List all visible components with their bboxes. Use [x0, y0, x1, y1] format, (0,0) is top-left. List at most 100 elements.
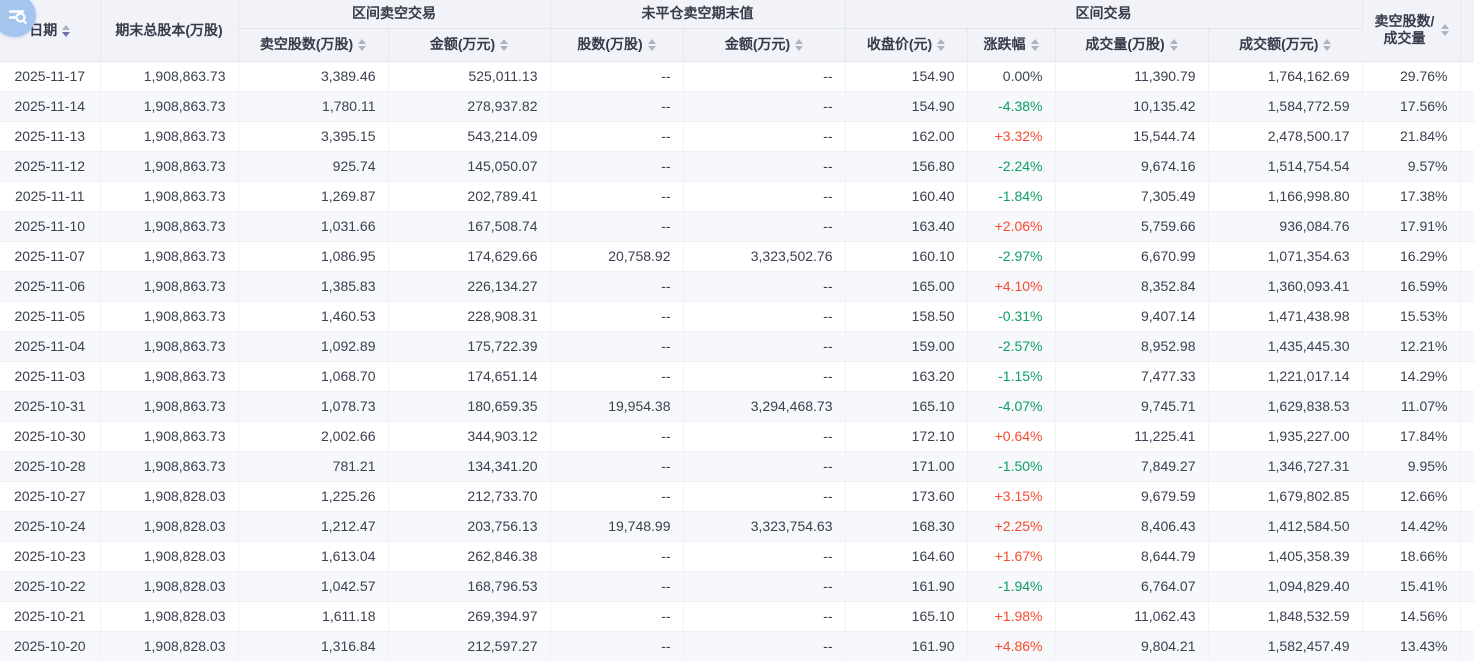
cell-date: 2025-11-07	[0, 241, 100, 271]
cell-open_shares: 20,758.92	[550, 241, 683, 271]
cell-volume: 11,390.79	[1055, 61, 1208, 91]
cell-open_shares: --	[550, 541, 683, 571]
cell-open_amount: --	[683, 361, 845, 391]
row-spacer	[1460, 121, 1474, 151]
column-header-short-ratio[interactable]: 卖空股数/成交量	[1362, 0, 1460, 61]
column-header-close-price[interactable]: 收盘价(元)	[845, 28, 967, 61]
column-label: 涨跌幅	[984, 36, 1026, 52]
cell-short_amount: 269,394.97	[388, 601, 550, 631]
cell-volume: 8,352.84	[1055, 271, 1208, 301]
cell-total_shares: 1,908,863.73	[100, 391, 238, 421]
cell-short_ratio: 15.53%	[1362, 301, 1460, 331]
cell-close_price: 173.60	[845, 481, 967, 511]
cell-open_shares: --	[550, 61, 683, 91]
cell-volume: 10,135.42	[1055, 91, 1208, 121]
cell-short_shares: 3,389.46	[238, 61, 388, 91]
cell-date: 2025-11-06	[0, 271, 100, 301]
cell-close_price: 171.00	[845, 451, 967, 481]
cell-close_price: 154.90	[845, 61, 967, 91]
cell-short_amount: 202,789.41	[388, 181, 550, 211]
cell-short_ratio: 13.43%	[1362, 631, 1460, 661]
cell-volume: 9,679.59	[1055, 481, 1208, 511]
cell-date: 2025-11-13	[0, 121, 100, 151]
cell-turnover: 2,478,500.17	[1208, 121, 1362, 151]
cell-turnover: 1,435,445.30	[1208, 331, 1362, 361]
cell-short_amount: 180,659.35	[388, 391, 550, 421]
row-spacer	[1460, 541, 1474, 571]
column-header-short-shares[interactable]: 卖空股数(万股)	[238, 28, 388, 61]
cell-change_pct: +3.15%	[967, 481, 1055, 511]
column-header-volume[interactable]: 成交量(万股)	[1055, 28, 1208, 61]
cell-date: 2025-10-30	[0, 421, 100, 451]
cell-total_shares: 1,908,863.73	[100, 451, 238, 481]
cell-open_shares: --	[550, 91, 683, 121]
cell-total_shares: 1,908,863.73	[100, 121, 238, 151]
cell-open_amount: --	[683, 271, 845, 301]
cell-change_pct: -4.07%	[967, 391, 1055, 421]
cell-short_amount: 174,629.66	[388, 241, 550, 271]
cell-short_shares: 1,092.89	[238, 331, 388, 361]
cell-turnover: 1,471,438.98	[1208, 301, 1362, 331]
cell-change_pct: -1.15%	[967, 361, 1055, 391]
cell-volume: 11,062.43	[1055, 601, 1208, 631]
cell-change_pct: -2.57%	[967, 331, 1055, 361]
cell-close_price: 159.00	[845, 331, 967, 361]
cell-short_shares: 1,225.26	[238, 481, 388, 511]
group-header-open-short: 未平仓卖空期末值	[550, 0, 845, 28]
table-row: 2025-11-061,908,863.731,385.83226,134.27…	[0, 271, 1474, 301]
cell-short_shares: 1,086.95	[238, 241, 388, 271]
cell-turnover: 1,514,754.54	[1208, 151, 1362, 181]
cell-total_shares: 1,908,863.73	[100, 361, 238, 391]
cell-short_shares: 3,395.15	[238, 121, 388, 151]
row-spacer	[1460, 631, 1474, 661]
cell-date: 2025-11-17	[0, 61, 100, 91]
cell-close_price: 172.10	[845, 421, 967, 451]
cell-open_amount: --	[683, 181, 845, 211]
table-body: 2025-11-171,908,863.733,389.46525,011.13…	[0, 61, 1474, 661]
cell-total_shares: 1,908,863.73	[100, 271, 238, 301]
cell-open_shares: --	[550, 301, 683, 331]
cell-short_amount: 228,908.31	[388, 301, 550, 331]
cell-close_price: 165.00	[845, 271, 967, 301]
cell-short_shares: 2,002.66	[238, 421, 388, 451]
group-label: 未平仓卖空期末值	[642, 5, 754, 21]
cell-short_ratio: 9.95%	[1362, 451, 1460, 481]
column-label: 期末总股本(万股)	[115, 22, 222, 38]
cell-total_shares: 1,908,863.73	[100, 181, 238, 211]
table-row: 2025-10-201,908,828.031,316.84212,597.27…	[0, 631, 1474, 661]
cell-short_amount: 145,050.07	[388, 151, 550, 181]
column-header-short-amount[interactable]: 金额(万元)	[388, 28, 550, 61]
column-label: 股数(万股)	[577, 36, 642, 52]
cell-date: 2025-11-10	[0, 211, 100, 241]
cell-close_price: 168.30	[845, 511, 967, 541]
cell-volume: 5,759.66	[1055, 211, 1208, 241]
cell-open_amount: --	[683, 91, 845, 121]
table-row: 2025-11-121,908,863.73925.74145,050.07--…	[0, 151, 1474, 181]
cell-short_amount: 543,214.09	[388, 121, 550, 151]
cell-change_pct: +2.25%	[967, 511, 1055, 541]
cell-open_amount: --	[683, 451, 845, 481]
cell-total_shares: 1,908,863.73	[100, 421, 238, 451]
cell-short_shares: 1,780.11	[238, 91, 388, 121]
column-header-change-pct[interactable]: 涨跌幅	[967, 28, 1055, 61]
cell-turnover: 1,405,358.39	[1208, 541, 1362, 571]
table-row: 2025-10-311,908,863.731,078.73180,659.35…	[0, 391, 1474, 421]
table-row: 2025-10-231,908,828.031,613.04262,846.38…	[0, 541, 1474, 571]
cell-open_amount: 3,294,468.73	[683, 391, 845, 421]
table-row: 2025-11-071,908,863.731,086.95174,629.66…	[0, 241, 1474, 271]
cell-total_shares: 1,908,828.03	[100, 631, 238, 661]
cell-close_price: 165.10	[845, 601, 967, 631]
row-spacer	[1460, 181, 1474, 211]
cell-turnover: 1,679,802.85	[1208, 481, 1362, 511]
cell-short_ratio: 12.66%	[1362, 481, 1460, 511]
row-spacer	[1460, 301, 1474, 331]
short-selling-data-panel: 日期 期末总股本(万股) 区间卖空交易 未平仓卖空期末值 区间交易 卖空股数/成…	[0, 0, 1474, 661]
column-header-open-amount[interactable]: 金额(万元)	[683, 28, 845, 61]
cell-short_amount: 167,508.74	[388, 211, 550, 241]
column-header-turnover[interactable]: 成交额(万元)	[1208, 28, 1362, 61]
cell-volume: 9,745.71	[1055, 391, 1208, 421]
row-spacer	[1460, 571, 1474, 601]
cell-short_shares: 1,611.18	[238, 601, 388, 631]
cell-change_pct: -4.38%	[967, 91, 1055, 121]
column-header-open-shares[interactable]: 股数(万股)	[550, 28, 683, 61]
